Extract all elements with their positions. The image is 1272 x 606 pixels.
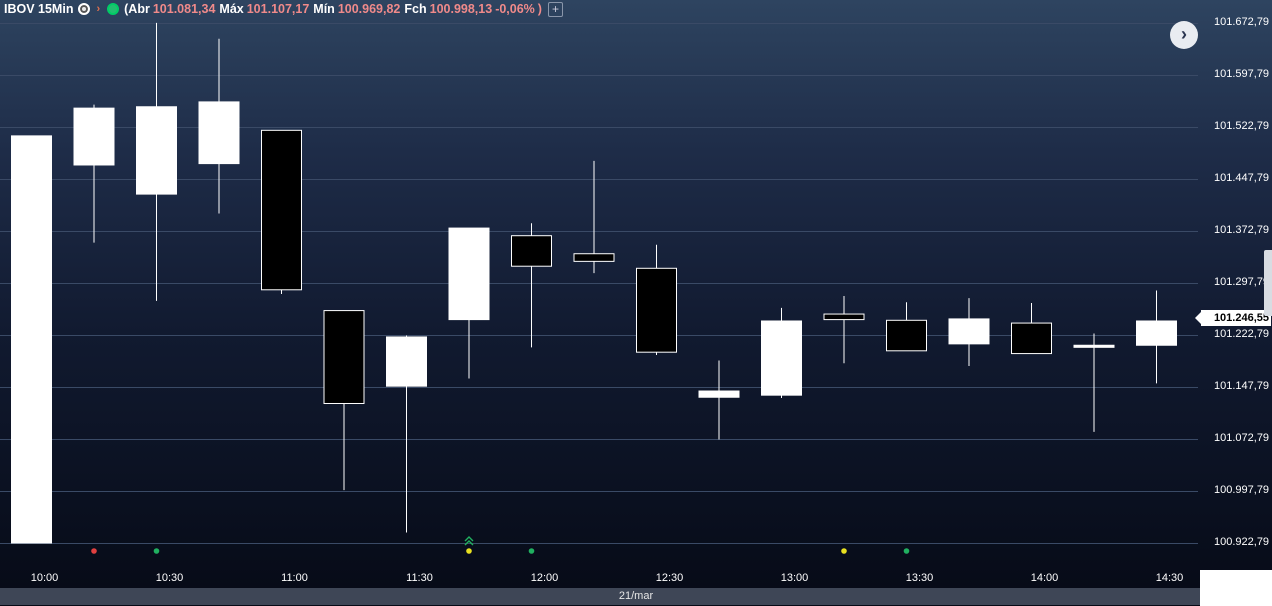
close-value: 100.998,13 xyxy=(429,2,493,16)
x-tick-label: 11:30 xyxy=(406,572,433,584)
x-tick-label: 12:00 xyxy=(530,572,559,584)
arrow-right-icon[interactable]: › xyxy=(96,3,100,15)
event-marker xyxy=(903,548,910,554)
high-label: Máx xyxy=(219,2,244,16)
y-tick-label: 100.922,79 xyxy=(1214,536,1270,548)
axis-corner xyxy=(1200,570,1272,606)
candle-body xyxy=(1011,322,1052,355)
candle-body xyxy=(136,106,177,195)
x-tick-label: 11:00 xyxy=(281,572,308,584)
event-marker xyxy=(466,548,472,554)
candle-body xyxy=(448,227,490,321)
y-tick-label: 101.447,79 xyxy=(1214,172,1270,184)
candle-body xyxy=(948,318,990,345)
scroll-right-button[interactable]: › xyxy=(1170,21,1198,49)
candle-body xyxy=(1136,320,1177,346)
y-tick-label: 101.147,79 xyxy=(1214,380,1270,392)
candle-body xyxy=(761,320,802,396)
x-tick-label: 10:00 xyxy=(30,572,59,584)
chart-plot[interactable] xyxy=(0,0,1272,606)
candle-body xyxy=(323,310,365,404)
event-marker xyxy=(841,548,847,554)
candle-body xyxy=(886,319,927,352)
y-tick-label: 101.072,79 xyxy=(1214,432,1270,444)
candle-body xyxy=(636,267,677,353)
live-status-icon xyxy=(107,3,120,15)
candle-body xyxy=(73,107,115,166)
date-label: 21/mar xyxy=(618,590,654,602)
x-tick-label: 13:30 xyxy=(905,572,934,584)
event-marker xyxy=(528,548,535,554)
event-marker xyxy=(91,548,97,554)
y-tick-label: 100.997,79 xyxy=(1214,484,1270,496)
add-indicator-button[interactable]: + xyxy=(547,1,563,17)
symbol-label[interactable]: IBOV 15Min xyxy=(4,2,73,16)
x-tick-label: 10:30 xyxy=(155,572,184,584)
high-value: 101.107,17 xyxy=(246,2,310,16)
candle-body xyxy=(573,253,615,262)
y-tick-label: 101.522,79 xyxy=(1214,120,1270,132)
axis-drag-handle[interactable] xyxy=(1264,250,1272,316)
y-tick-label: 101.372,79 xyxy=(1214,224,1270,236)
candle-body xyxy=(11,135,52,544)
candle-body xyxy=(386,336,427,387)
close-paren: ) xyxy=(537,2,542,16)
date-bar[interactable]: 21/mar xyxy=(0,588,1272,605)
x-tick-label: 14:00 xyxy=(1030,572,1059,584)
x-tick-label: 14:30 xyxy=(1155,572,1184,584)
y-tick-label: 101.222,79 xyxy=(1214,328,1270,340)
x-tick-label: 13:00 xyxy=(780,572,809,584)
candle-body xyxy=(261,129,302,291)
candle-body xyxy=(823,313,865,321)
event-marker xyxy=(153,548,160,554)
y-tick-label: 101.672,79 xyxy=(1214,16,1270,28)
low-value: 100.969,82 xyxy=(337,2,401,16)
candle-body xyxy=(1073,344,1115,348)
close-label: Fch xyxy=(404,2,427,16)
current-price-tag: 101.246,55 xyxy=(1195,310,1271,326)
chart-header: IBOV 15Min › (Abr 101.081,34 Máx 101.107… xyxy=(4,1,563,17)
gear-icon[interactable] xyxy=(78,3,91,15)
candle-body xyxy=(511,235,552,267)
open-label: (Abr xyxy=(124,2,150,16)
y-tick-label: 101.597,79 xyxy=(1214,68,1270,80)
y-tick-label: 101.297,79 xyxy=(1214,276,1270,288)
x-tick-label: 12:30 xyxy=(655,572,684,584)
change-value: -0,06% xyxy=(495,2,535,16)
candle-body xyxy=(198,101,240,165)
open-value: 101.081,34 xyxy=(152,2,216,16)
low-label: Mín xyxy=(313,2,335,16)
candle-body xyxy=(698,390,740,398)
